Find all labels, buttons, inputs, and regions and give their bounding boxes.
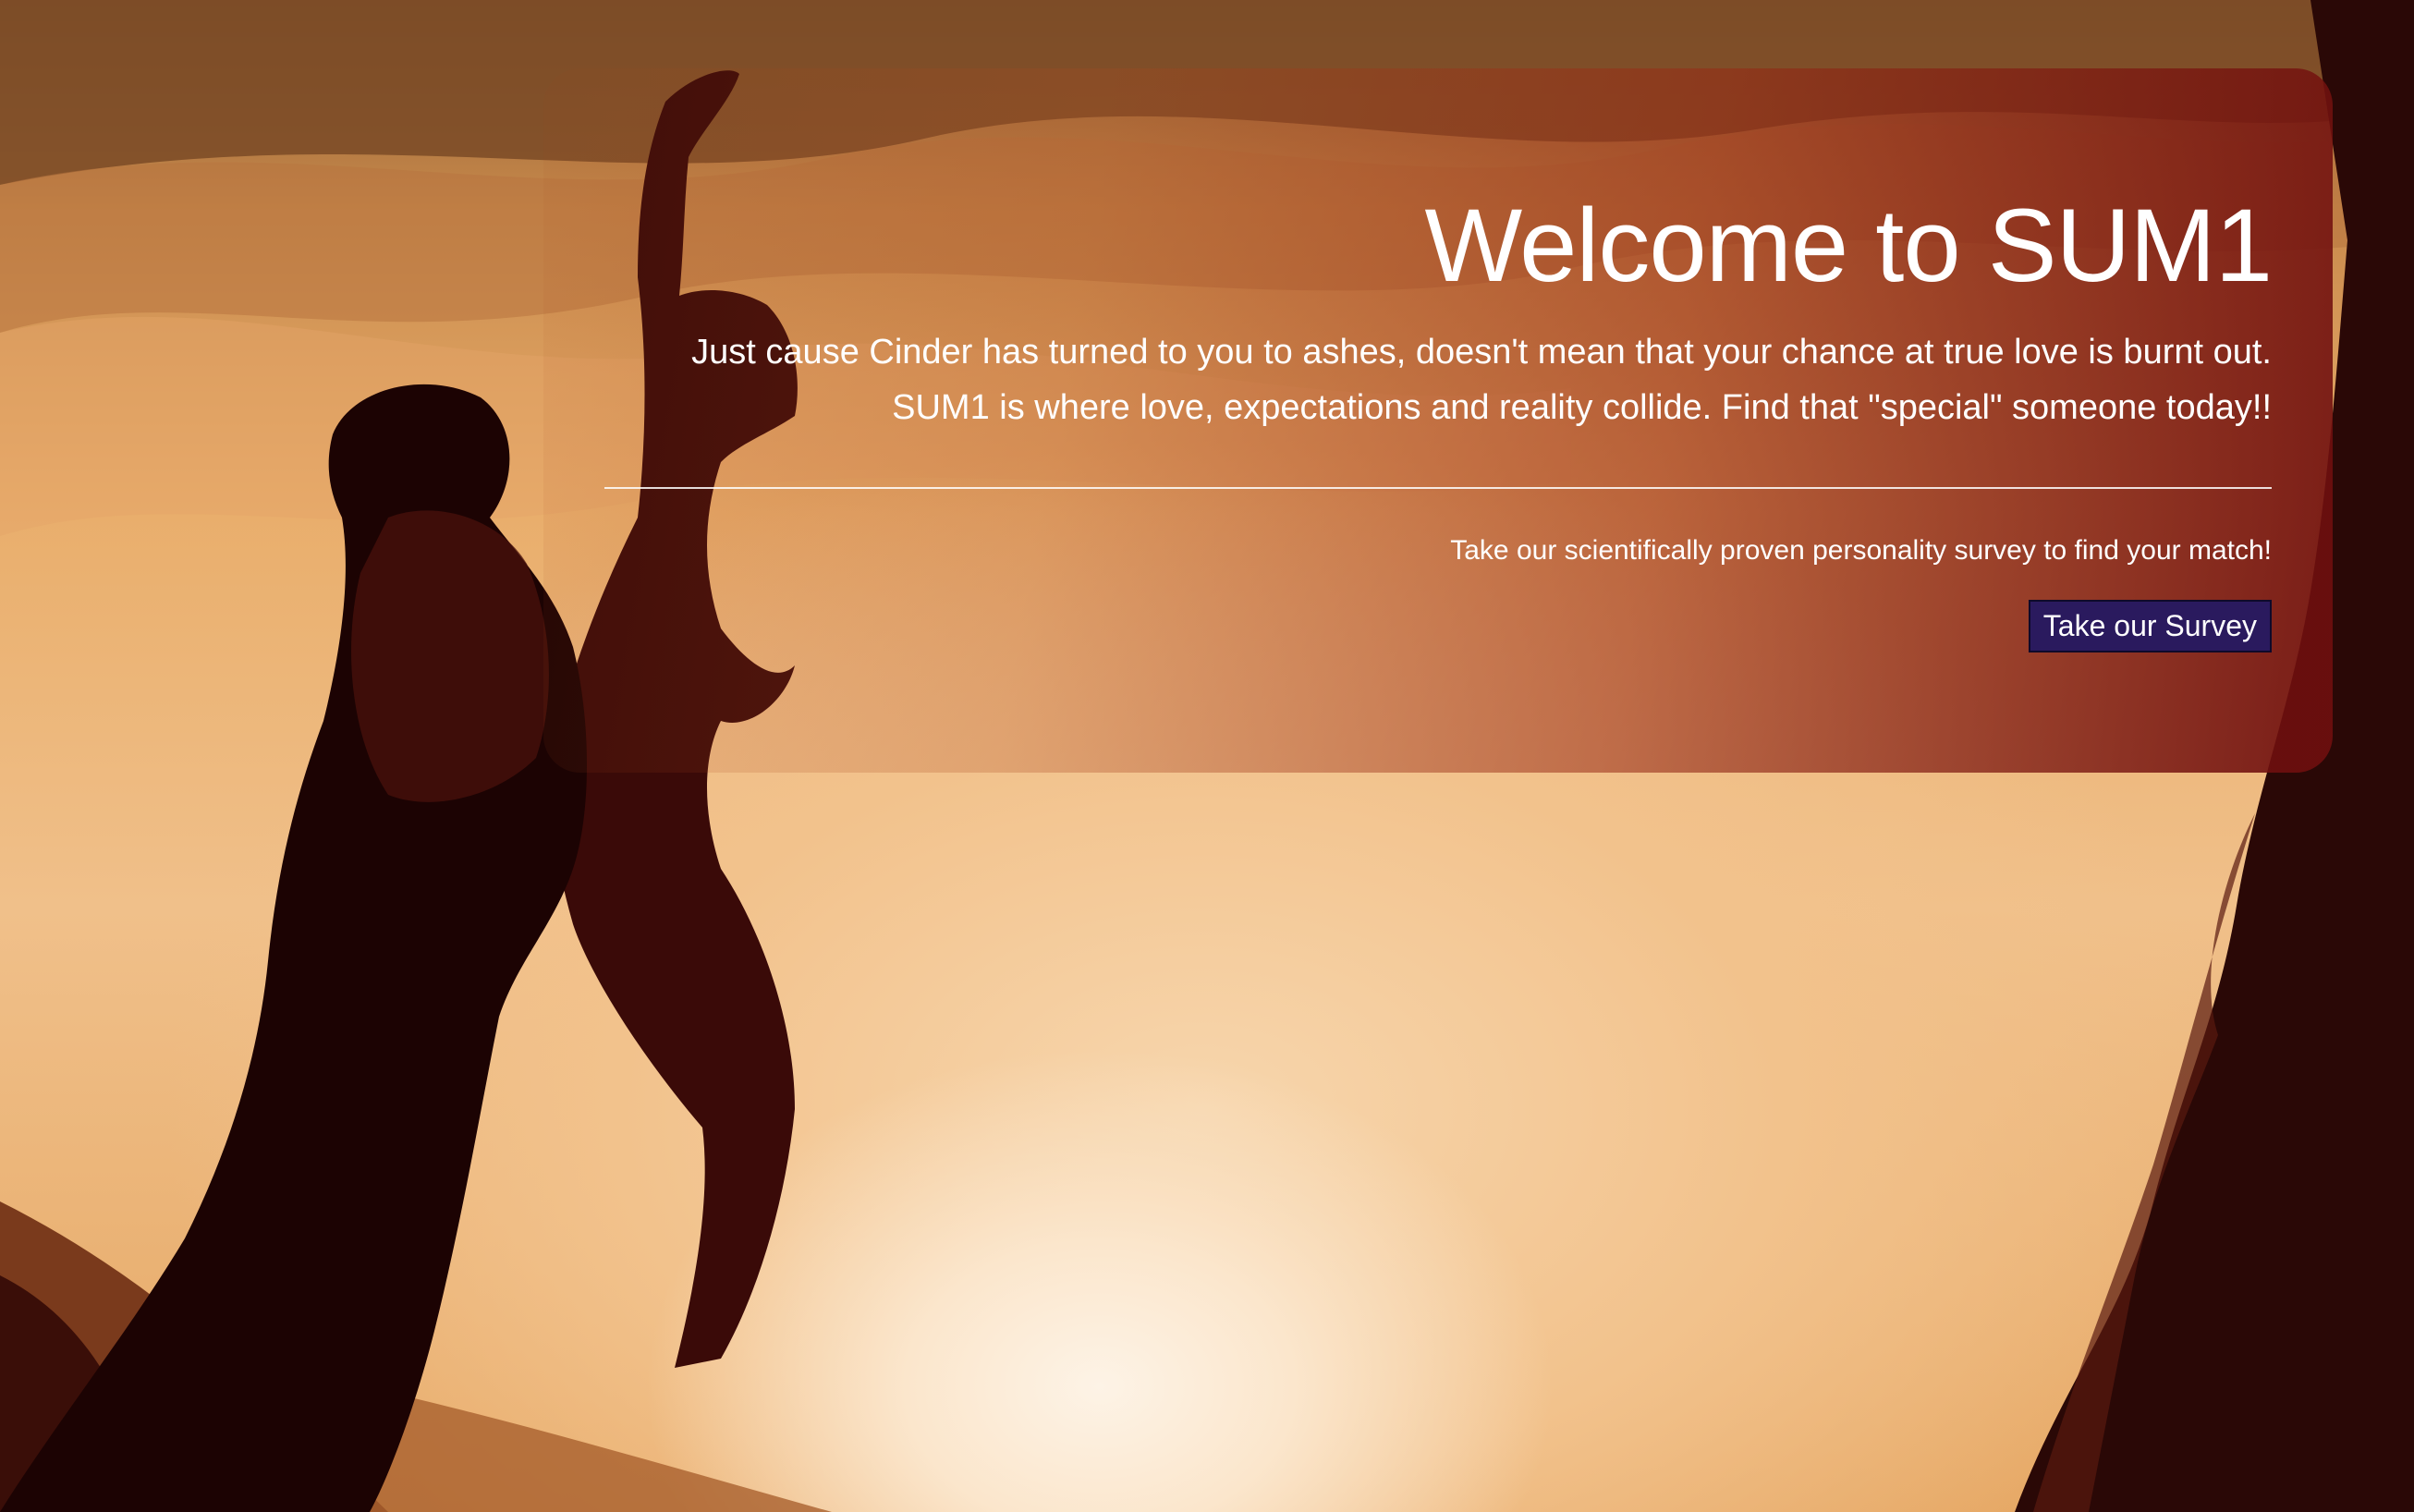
page-title: Welcome to SUM1 bbox=[1424, 188, 2273, 303]
intro-line-2: SUM1 is where love, expectations and rea… bbox=[892, 388, 2272, 428]
take-survey-button[interactable]: Take our Survey bbox=[2028, 600, 2272, 653]
page: Welcome to SUM1 Just cause Cinder has tu… bbox=[0, 0, 2414, 1512]
survey-prompt: Take our scientifically proven personali… bbox=[1450, 535, 2272, 567]
welcome-jumbotron: Welcome to SUM1 Just cause Cinder has tu… bbox=[543, 68, 2333, 773]
divider bbox=[604, 487, 2272, 490]
intro-text: Just cause Cinder has turned to you to a… bbox=[604, 324, 2272, 435]
intro-line-1: Just cause Cinder has turned to you to a… bbox=[691, 333, 2272, 372]
